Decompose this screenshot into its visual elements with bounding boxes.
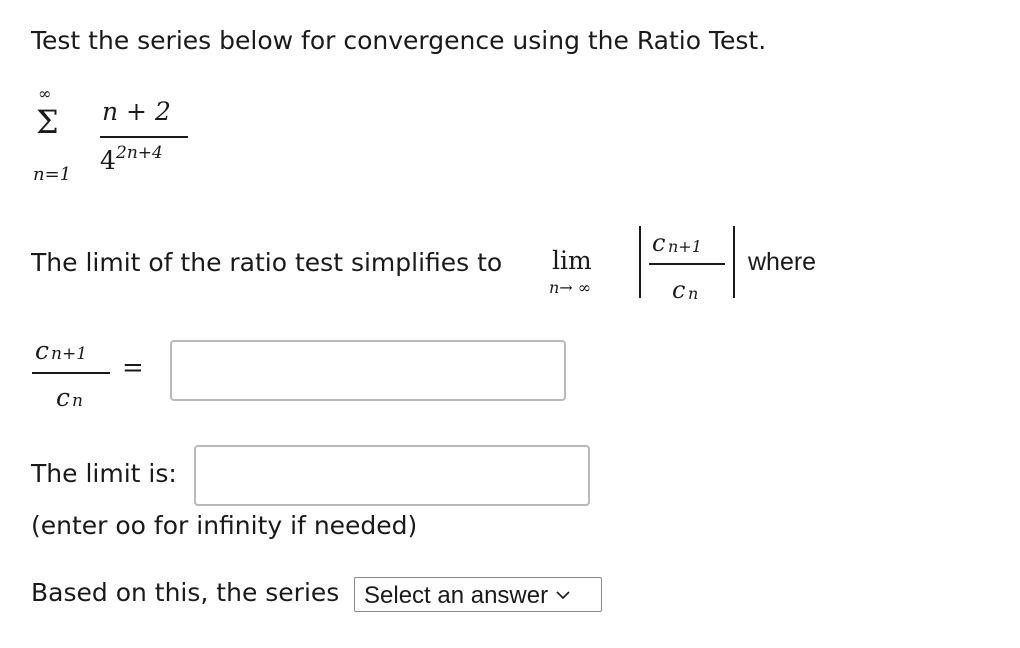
abs-frac-numerator-sub: n+1 xyxy=(668,237,702,256)
abs-frac-numerator: c xyxy=(652,229,666,257)
sigma-symbol: Σ xyxy=(36,103,59,141)
convergence-select[interactable]: Select an answer xyxy=(354,577,602,612)
absolute-value-left-bar xyxy=(639,226,641,298)
sigma-upper-limit: ∞ xyxy=(38,84,52,103)
abs-fraction-bar xyxy=(649,263,725,265)
ratio-denominator-sub: n xyxy=(72,391,83,411)
limit-label: The limit is: xyxy=(31,459,177,488)
ratio-statement-text: The limit of the ratio test simplifies t… xyxy=(31,248,503,277)
question-prompt: Test the series below for convergence us… xyxy=(31,26,767,55)
series-denominator-exponent: 2n+4 xyxy=(116,143,163,163)
ratio-fraction-bar xyxy=(32,372,110,374)
limit-subscript: n→ ∞ xyxy=(549,278,592,297)
ratio-denominator: c xyxy=(56,383,71,412)
ratio-numerator-sub: n+1 xyxy=(51,344,88,364)
abs-frac-denominator-sub: n xyxy=(688,284,699,303)
ratio-answer-input[interactable] xyxy=(170,340,566,401)
limit-hint: (enter oo for infinity if needed) xyxy=(31,511,418,540)
ratio-numerator: c xyxy=(35,336,50,365)
series-numerator: n + 2 xyxy=(102,97,171,126)
conclusion-text: Based on this, the series xyxy=(31,578,340,607)
where-text: where xyxy=(748,248,817,276)
sigma-lower-limit: n=1 xyxy=(33,164,72,185)
convergence-select-label: Select an answer xyxy=(364,581,549,609)
series-denominator-base: 4 xyxy=(100,146,116,175)
limit-operator: lim xyxy=(552,246,592,275)
ratio-equals-sign: = xyxy=(122,353,144,383)
series-fraction-bar xyxy=(100,136,188,138)
limit-answer-input[interactable] xyxy=(194,445,590,506)
chevron-down-icon xyxy=(556,591,570,600)
absolute-value-right-bar xyxy=(733,226,735,298)
abs-frac-denominator: c xyxy=(672,276,686,304)
